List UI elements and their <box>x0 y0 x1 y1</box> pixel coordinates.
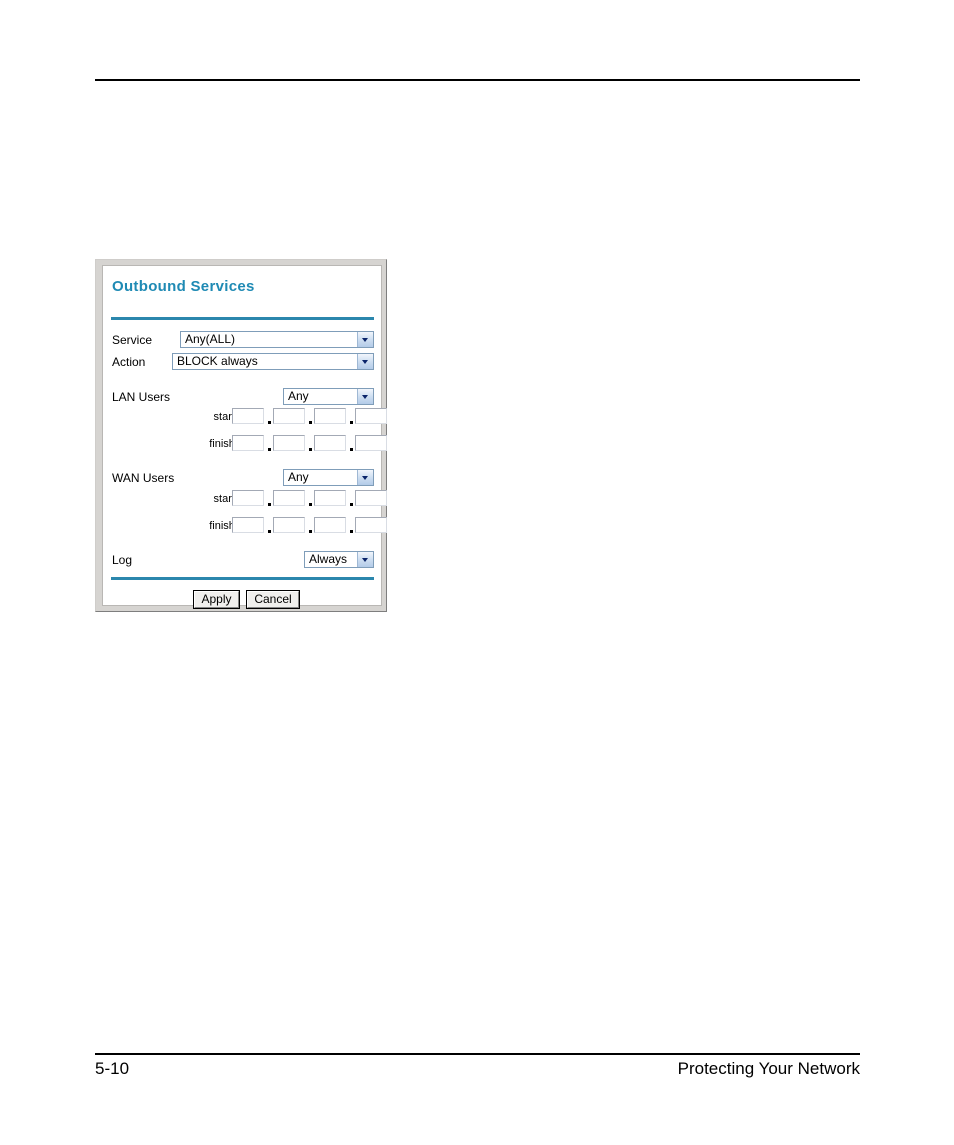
action-select-value: BLOCK always <box>177 354 258 368</box>
lan-finish-octet-3[interactable] <box>314 435 346 451</box>
header-rule <box>95 79 860 81</box>
octet-separator-dot <box>309 503 312 506</box>
octet-separator-dot <box>268 530 271 533</box>
wan-start-octet-4[interactable] <box>355 490 387 506</box>
footer-rule <box>95 1053 860 1055</box>
lan-users-select-value: Any <box>288 389 309 403</box>
lan-start-octet-3[interactable] <box>314 408 346 424</box>
chevron-down-icon[interactable] <box>357 552 373 567</box>
service-select-value: Any(ALL) <box>185 332 236 346</box>
octet-separator-dot <box>268 421 271 424</box>
panel-content: Outbound Services Service Any(ALL) Actio… <box>102 265 387 609</box>
lan-finish-octet-2[interactable] <box>273 435 305 451</box>
lan-start-octet-1[interactable] <box>232 408 264 424</box>
footer-page-number: 5-10 <box>95 1059 130 1078</box>
octet-separator-dot <box>309 421 312 424</box>
octet-separator-dot <box>350 503 353 506</box>
chevron-down-icon[interactable] <box>357 354 373 369</box>
apply-button-label: Apply <box>194 591 239 608</box>
service-select[interactable]: Any(ALL) <box>180 331 374 348</box>
action-label: Action <box>112 355 146 369</box>
lan-users-select[interactable]: Any <box>283 388 374 405</box>
panel-title: Outbound Services <box>112 278 255 295</box>
octet-separator-dot <box>350 421 353 424</box>
octet-separator-dot <box>350 530 353 533</box>
action-select[interactable]: BLOCK always <box>172 353 374 370</box>
wan-start-octet-1[interactable] <box>232 490 264 506</box>
outbound-services-panel: Outbound Services Service Any(ALL) Actio… <box>95 259 387 612</box>
wan-users-label: WAN Users <box>112 471 175 485</box>
wan-start-octet-3[interactable] <box>314 490 346 506</box>
lan-users-label: LAN Users <box>112 390 171 404</box>
log-label: Log <box>112 553 133 567</box>
lan-start-octet-4[interactable] <box>355 408 387 424</box>
title-divider <box>111 317 374 320</box>
chevron-down-icon[interactable] <box>357 470 373 485</box>
lan-finish-octet-4[interactable] <box>355 435 387 451</box>
octet-separator-dot <box>268 448 271 451</box>
document-page: Outbound Services Service Any(ALL) Actio… <box>0 0 954 1145</box>
cancel-button[interactable]: Cancel <box>246 590 300 609</box>
wan-finish-octet-4[interactable] <box>355 517 387 533</box>
bottom-divider <box>111 577 374 580</box>
apply-button[interactable]: Apply <box>193 590 240 609</box>
lan-start-octet-2[interactable] <box>273 408 305 424</box>
wan-start-octet-2[interactable] <box>273 490 305 506</box>
log-select-value: Always <box>309 552 348 566</box>
octet-separator-dot <box>268 503 271 506</box>
wan-finish-octet-2[interactable] <box>273 517 305 533</box>
lan-finish-octet-1[interactable] <box>232 435 264 451</box>
wan-users-select[interactable]: Any <box>283 469 374 486</box>
service-label: Service <box>112 333 153 347</box>
wan-finish-octet-1[interactable] <box>232 517 264 533</box>
log-select[interactable]: Always <box>304 551 374 568</box>
footer-section-title: Protecting Your Network <box>677 1059 860 1078</box>
chevron-down-icon[interactable] <box>357 389 373 404</box>
octet-separator-dot <box>309 448 312 451</box>
octet-separator-dot <box>309 530 312 533</box>
wan-finish-octet-3[interactable] <box>314 517 346 533</box>
cancel-button-label: Cancel <box>247 591 299 608</box>
chevron-down-icon[interactable] <box>357 332 373 347</box>
wan-users-select-value: Any <box>288 470 309 484</box>
octet-separator-dot <box>350 448 353 451</box>
